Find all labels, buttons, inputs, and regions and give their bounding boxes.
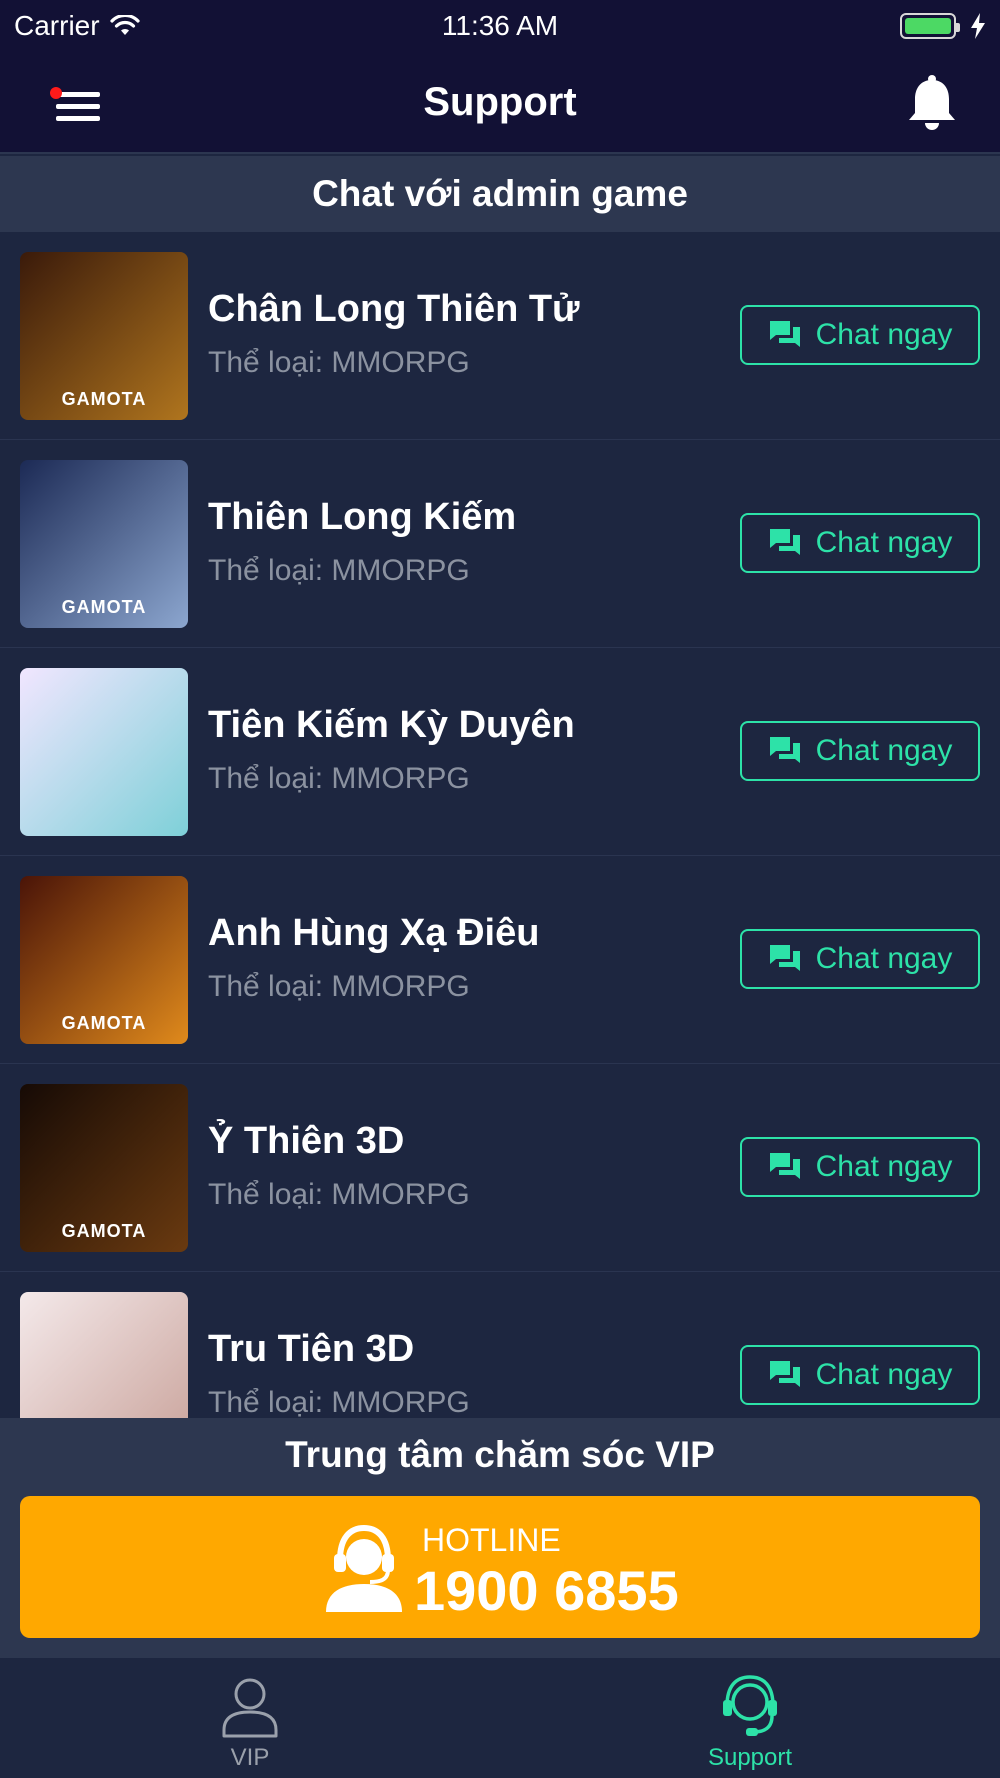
headset-agent-icon (326, 1524, 402, 1612)
game-name: Thiên Long Kiếm (208, 496, 517, 538)
game-genre: Thể loại: MMORPG (208, 346, 470, 379)
game-genre: Thể loại: MMORPG (208, 1386, 470, 1418)
game-row: GAMOTA Anh Hùng Xạ Điêu Thể loại: MMORPG… (0, 856, 1000, 1064)
game-row: Tiên Kiếm Kỳ Duyên Thể loại: MMORPG Chat… (0, 648, 1000, 856)
vip-care-title: Trung tâm chăm sóc VIP (285, 1434, 715, 1475)
thumbnail-brand: GAMOTA (61, 1221, 147, 1241)
tab-vip-label: VIP (230, 1744, 270, 1771)
game-name: Tru Tiên 3D (208, 1328, 415, 1370)
chat-now-button[interactable]: Chat ngay (740, 305, 980, 365)
page-title: Support (423, 80, 577, 124)
game-thumbnail (20, 1292, 188, 1418)
notification-button[interactable] (904, 74, 960, 134)
battery-icon (900, 13, 960, 39)
chat-icon (769, 945, 800, 971)
chat-now-button[interactable]: Chat ngay (740, 929, 980, 989)
chat-now-button[interactable]: Chat ngay (740, 1345, 980, 1405)
chat-icon (769, 1361, 800, 1387)
game-row: GAMOTA Thiên Long Kiếm Thể loại: MMORPG … (0, 440, 1000, 648)
tab-vip[interactable]: VIP (0, 1658, 500, 1778)
thumbnail-brand: GAMOTA (61, 1013, 147, 1033)
game-genre: Thể loại: MMORPG (208, 554, 470, 587)
tab-support[interactable]: Support (500, 1658, 1000, 1778)
game-thumbnail: GAMOTA (20, 252, 188, 420)
chat-now-label: Chat ngay (815, 1150, 953, 1183)
wifi-icon (109, 15, 140, 35)
game-row: GAMOTA Chân Long Thiên Tử Thể loại: MMOR… (0, 232, 1000, 440)
status-bar: Carrier 11:36 AM (0, 0, 1000, 52)
game-genre: Thể loại: MMORPG (208, 762, 470, 795)
chat-icon (769, 529, 800, 555)
game-genre: Thể loại: MMORPG (208, 1178, 470, 1211)
chat-icon (769, 737, 800, 763)
headset-icon (723, 1675, 777, 1736)
vip-care-section: Trung tâm chăm sóc VIP HOTLINE 1900 6855 (0, 1418, 1000, 1658)
hotline-label: HOTLINE (422, 1522, 561, 1558)
chat-now-label: Chat ngay (815, 734, 953, 767)
game-name: Anh Hùng Xạ Điêu (208, 912, 540, 954)
status-right (900, 13, 986, 39)
nav-bar: Support (0, 52, 1000, 154)
chat-now-button[interactable]: Chat ngay (740, 721, 980, 781)
chat-icon (769, 321, 800, 347)
thumbnail-brand: GAMOTA (61, 389, 147, 409)
game-name: Tiên Kiếm Kỳ Duyên (208, 704, 575, 746)
game-genre: Thể loại: MMORPG (208, 970, 470, 1003)
game-thumbnail: GAMOTA (20, 876, 188, 1044)
section-header: Chat với admin game (0, 156, 1000, 232)
chat-now-button[interactable]: Chat ngay (740, 513, 980, 573)
game-thumbnail: GAMOTA (20, 1084, 188, 1252)
hotline-button[interactable]: HOTLINE 1900 6855 (20, 1496, 980, 1638)
chat-now-label: Chat ngay (815, 1358, 953, 1391)
game-name: Chân Long Thiên Tử (208, 288, 580, 330)
thumbnail-brand: GAMOTA (61, 597, 147, 617)
game-thumbnail: GAMOTA (20, 460, 188, 628)
chat-now-label: Chat ngay (815, 942, 953, 975)
charging-bolt-icon (971, 13, 985, 39)
chat-now-label: Chat ngay (815, 318, 953, 351)
status-time: 11:36 AM (441, 10, 559, 41)
chat-icon (769, 1153, 800, 1179)
game-list[interactable]: GAMOTA Chân Long Thiên Tử Thể loại: MMOR… (0, 232, 1000, 1418)
game-row: Tru Tiên 3D Thể loại: MMORPG Chat ngay (0, 1272, 1000, 1418)
bell-icon (909, 75, 955, 130)
chat-now-button[interactable]: Chat ngay (740, 1137, 980, 1197)
carrier-label: Carrier (14, 10, 100, 41)
game-name: Ỷ Thiên 3D (208, 1120, 405, 1162)
tab-bar: VIP Support (0, 1658, 1000, 1778)
person-icon (222, 1678, 278, 1738)
game-row: GAMOTA Ỷ Thiên 3D Thể loại: MMORPG Chat … (0, 1064, 1000, 1272)
hotline-number: 1900 6855 (414, 1559, 679, 1622)
status-left: Carrier (14, 10, 140, 42)
tab-support-label: Support (707, 1744, 793, 1771)
chat-now-label: Chat ngay (815, 526, 953, 559)
game-thumbnail (20, 668, 188, 836)
